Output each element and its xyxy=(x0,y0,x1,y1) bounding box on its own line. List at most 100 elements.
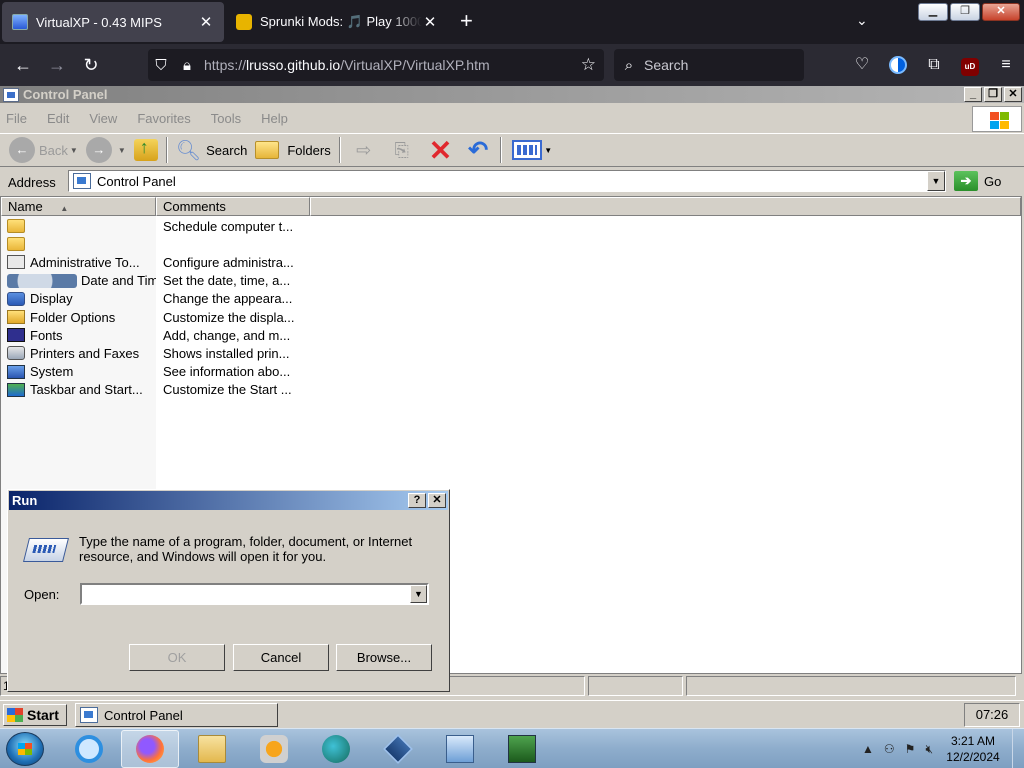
list-item[interactable] xyxy=(1,235,1021,253)
new-tab-icon[interactable]: + xyxy=(460,10,473,32)
virtualxp-screen[interactable]: Control Panel _ ❐ ✕ File Edit View Favor… xyxy=(0,86,1024,728)
network-icon[interactable]: ⚇ xyxy=(884,742,895,756)
list-item[interactable]: Printers and Faxes Shows installed prin..… xyxy=(1,344,1021,362)
menu-icon[interactable]: ≡ xyxy=(988,50,1024,80)
list-item[interactable]: Folder Options Customize the displa... xyxy=(1,308,1021,326)
minimize-button[interactable]: ▁ xyxy=(918,3,948,21)
list-item[interactable]: Taskbar and Start... Customize the Start … xyxy=(1,381,1021,399)
item-name-cell[interactable]: Display xyxy=(1,291,156,306)
tab-virtualxp[interactable]: VirtualXP - 0.43 MIPS ✕ xyxy=(2,2,224,42)
forward-arrow-icon[interactable]: → xyxy=(40,50,74,80)
dropdown-arrow-icon[interactable]: ▼ xyxy=(118,146,126,155)
chevron-down-icon[interactable]: ⌄ xyxy=(856,12,868,29)
menu-view[interactable]: View xyxy=(89,111,117,126)
xp-minimize-button[interactable]: _ xyxy=(964,87,982,102)
open-dropdown-icon[interactable]: ▼ xyxy=(410,585,427,603)
go-button[interactable]: ➔ Go xyxy=(954,171,1001,191)
show-desktop-button[interactable] xyxy=(1012,729,1024,768)
menu-edit[interactable]: Edit xyxy=(47,111,69,126)
search-input[interactable]: ⌕ Search xyxy=(614,49,804,81)
column-header-comments[interactable]: Comments xyxy=(156,197,310,216)
windows-start-orb-icon[interactable] xyxy=(6,732,44,766)
open-combobox[interactable]: ▼ xyxy=(80,583,429,605)
tab-sprunki[interactable]: Sprunki Mods: 🎵 Play 1000+ In ✕ xyxy=(226,2,448,42)
undo-icon[interactable]: ↶ xyxy=(468,136,488,165)
list-item[interactable]: Schedule computer t... xyxy=(1,217,1021,235)
taskbar-control-panel-button[interactable]: Control Panel xyxy=(75,703,278,727)
item-name-cell[interactable]: Administrative To... xyxy=(1,255,156,270)
delete-icon[interactable]: ✕ xyxy=(429,134,452,167)
item-name-cell[interactable]: Fonts xyxy=(1,328,156,343)
xp-close-button[interactable]: ✕ xyxy=(1004,87,1022,102)
ie-taskbar-icon[interactable] xyxy=(60,730,118,768)
close-window-button[interactable]: ✕ xyxy=(982,3,1020,21)
maximize-button[interactable]: ❐ xyxy=(950,3,980,21)
flag-icon[interactable]: ⚑ xyxy=(905,742,916,756)
media-player-taskbar-icon[interactable] xyxy=(245,730,303,768)
firefox-taskbar-icon[interactable] xyxy=(121,730,179,768)
list-item[interactable]: Administrative To... Configure administra… xyxy=(1,253,1021,271)
item-name-cell[interactable]: System xyxy=(1,364,156,379)
xp-restore-button[interactable]: ❐ xyxy=(984,87,1002,102)
shield-icon[interactable]: ⛉ xyxy=(148,57,174,74)
item-name-cell[interactable]: Date and Time xyxy=(1,273,156,288)
up-folder-button[interactable] xyxy=(130,135,162,165)
item-name-cell[interactable]: Folder Options xyxy=(1,310,156,325)
address-input[interactable]: Control Panel ▼ xyxy=(68,170,946,192)
back-arrow-icon[interactable]: ← xyxy=(6,50,40,80)
forward-icon: → xyxy=(85,137,112,163)
copy-to-icon[interactable]: ⎘ xyxy=(388,139,416,161)
volume-muted-icon[interactable]: 🔇︎ xyxy=(925,742,933,757)
browse-button[interactable]: Browse... xyxy=(336,644,432,671)
forward-button[interactable]: → ▼ xyxy=(82,135,130,165)
views-dropdown-icon[interactable]: ▼ xyxy=(544,146,552,155)
list-item[interactable]: System See information abo... xyxy=(1,363,1021,381)
help-button[interactable]: ? xyxy=(408,493,426,508)
app-taskbar-icon[interactable] xyxy=(307,730,365,768)
move-to-icon[interactable]: ⇨ xyxy=(350,139,378,161)
item-name-cell[interactable]: Printers and Faxes xyxy=(1,346,156,361)
cancel-button[interactable]: Cancel xyxy=(233,644,329,671)
url-bar[interactable]: ⛉ 🔒︎ https://lrusso.github.io/VirtualXP/… xyxy=(148,49,604,81)
show-hidden-icons[interactable]: ▲ xyxy=(862,742,874,756)
menu-favorites[interactable]: Favorites xyxy=(137,111,190,126)
hardware-taskbar-icon[interactable] xyxy=(493,730,551,768)
tool-icon xyxy=(7,255,25,270)
system-clock[interactable]: 3:21 AM 12/2/2024 xyxy=(938,733,1008,765)
column-header-name[interactable]: Name ▲ xyxy=(1,197,156,216)
address-dropdown-icon[interactable]: ▼ xyxy=(927,171,945,191)
folders-button[interactable]: Folders xyxy=(251,135,334,165)
explorer-taskbar-icon[interactable] xyxy=(183,730,241,768)
close-tab-icon[interactable]: ✕ xyxy=(422,13,438,31)
window-titlebar[interactable]: Control Panel _ ❐ ✕ xyxy=(0,86,1024,103)
reload-icon[interactable]: ↻ xyxy=(74,50,108,80)
close-tab-icon[interactable]: ✕ xyxy=(198,13,214,31)
ok-button[interactable]: OK xyxy=(129,644,225,671)
start-button[interactable]: Start xyxy=(3,704,67,726)
item-name-cell[interactable]: Taskbar and Start... xyxy=(1,382,156,397)
star-icon[interactable]: ☆ xyxy=(581,55,596,75)
list-item[interactable]: Fonts Add, change, and m... xyxy=(1,326,1021,344)
ublock-icon[interactable]: uD xyxy=(952,50,988,80)
item-name-cell[interactable] xyxy=(1,219,156,234)
extensions-icon[interactable]: ⧉ xyxy=(916,50,952,80)
menu-help[interactable]: Help xyxy=(261,111,288,126)
list-item[interactable]: Display Change the appeara... xyxy=(1,290,1021,308)
menu-tools[interactable]: Tools xyxy=(211,111,241,126)
menu-file[interactable]: File xyxy=(6,111,27,126)
dropdown-arrow-icon[interactable]: ▼ xyxy=(70,146,78,155)
open-input[interactable] xyxy=(82,585,408,603)
search-button[interactable]: 🔍︎ Search xyxy=(172,135,252,165)
item-name-cell[interactable] xyxy=(1,237,156,252)
privacy-extension-icon[interactable] xyxy=(880,50,916,80)
lock-icon[interactable]: 🔒︎ xyxy=(174,57,200,74)
run-titlebar[interactable]: Run ? ✕ xyxy=(9,491,448,510)
views-icon[interactable] xyxy=(512,140,543,160)
back-button[interactable]: ← Back ▼ xyxy=(5,135,82,165)
url-text[interactable]: https://lrusso.github.io/VirtualXP/Virtu… xyxy=(204,57,490,73)
pocket-icon[interactable]: ♡ xyxy=(844,50,880,80)
virtualbox-taskbar-icon[interactable] xyxy=(369,730,427,768)
list-item[interactable]: Date and Time Set the date, time, a... xyxy=(1,272,1021,290)
network-taskbar-icon[interactable] xyxy=(431,730,489,768)
run-close-button[interactable]: ✕ xyxy=(428,493,446,508)
